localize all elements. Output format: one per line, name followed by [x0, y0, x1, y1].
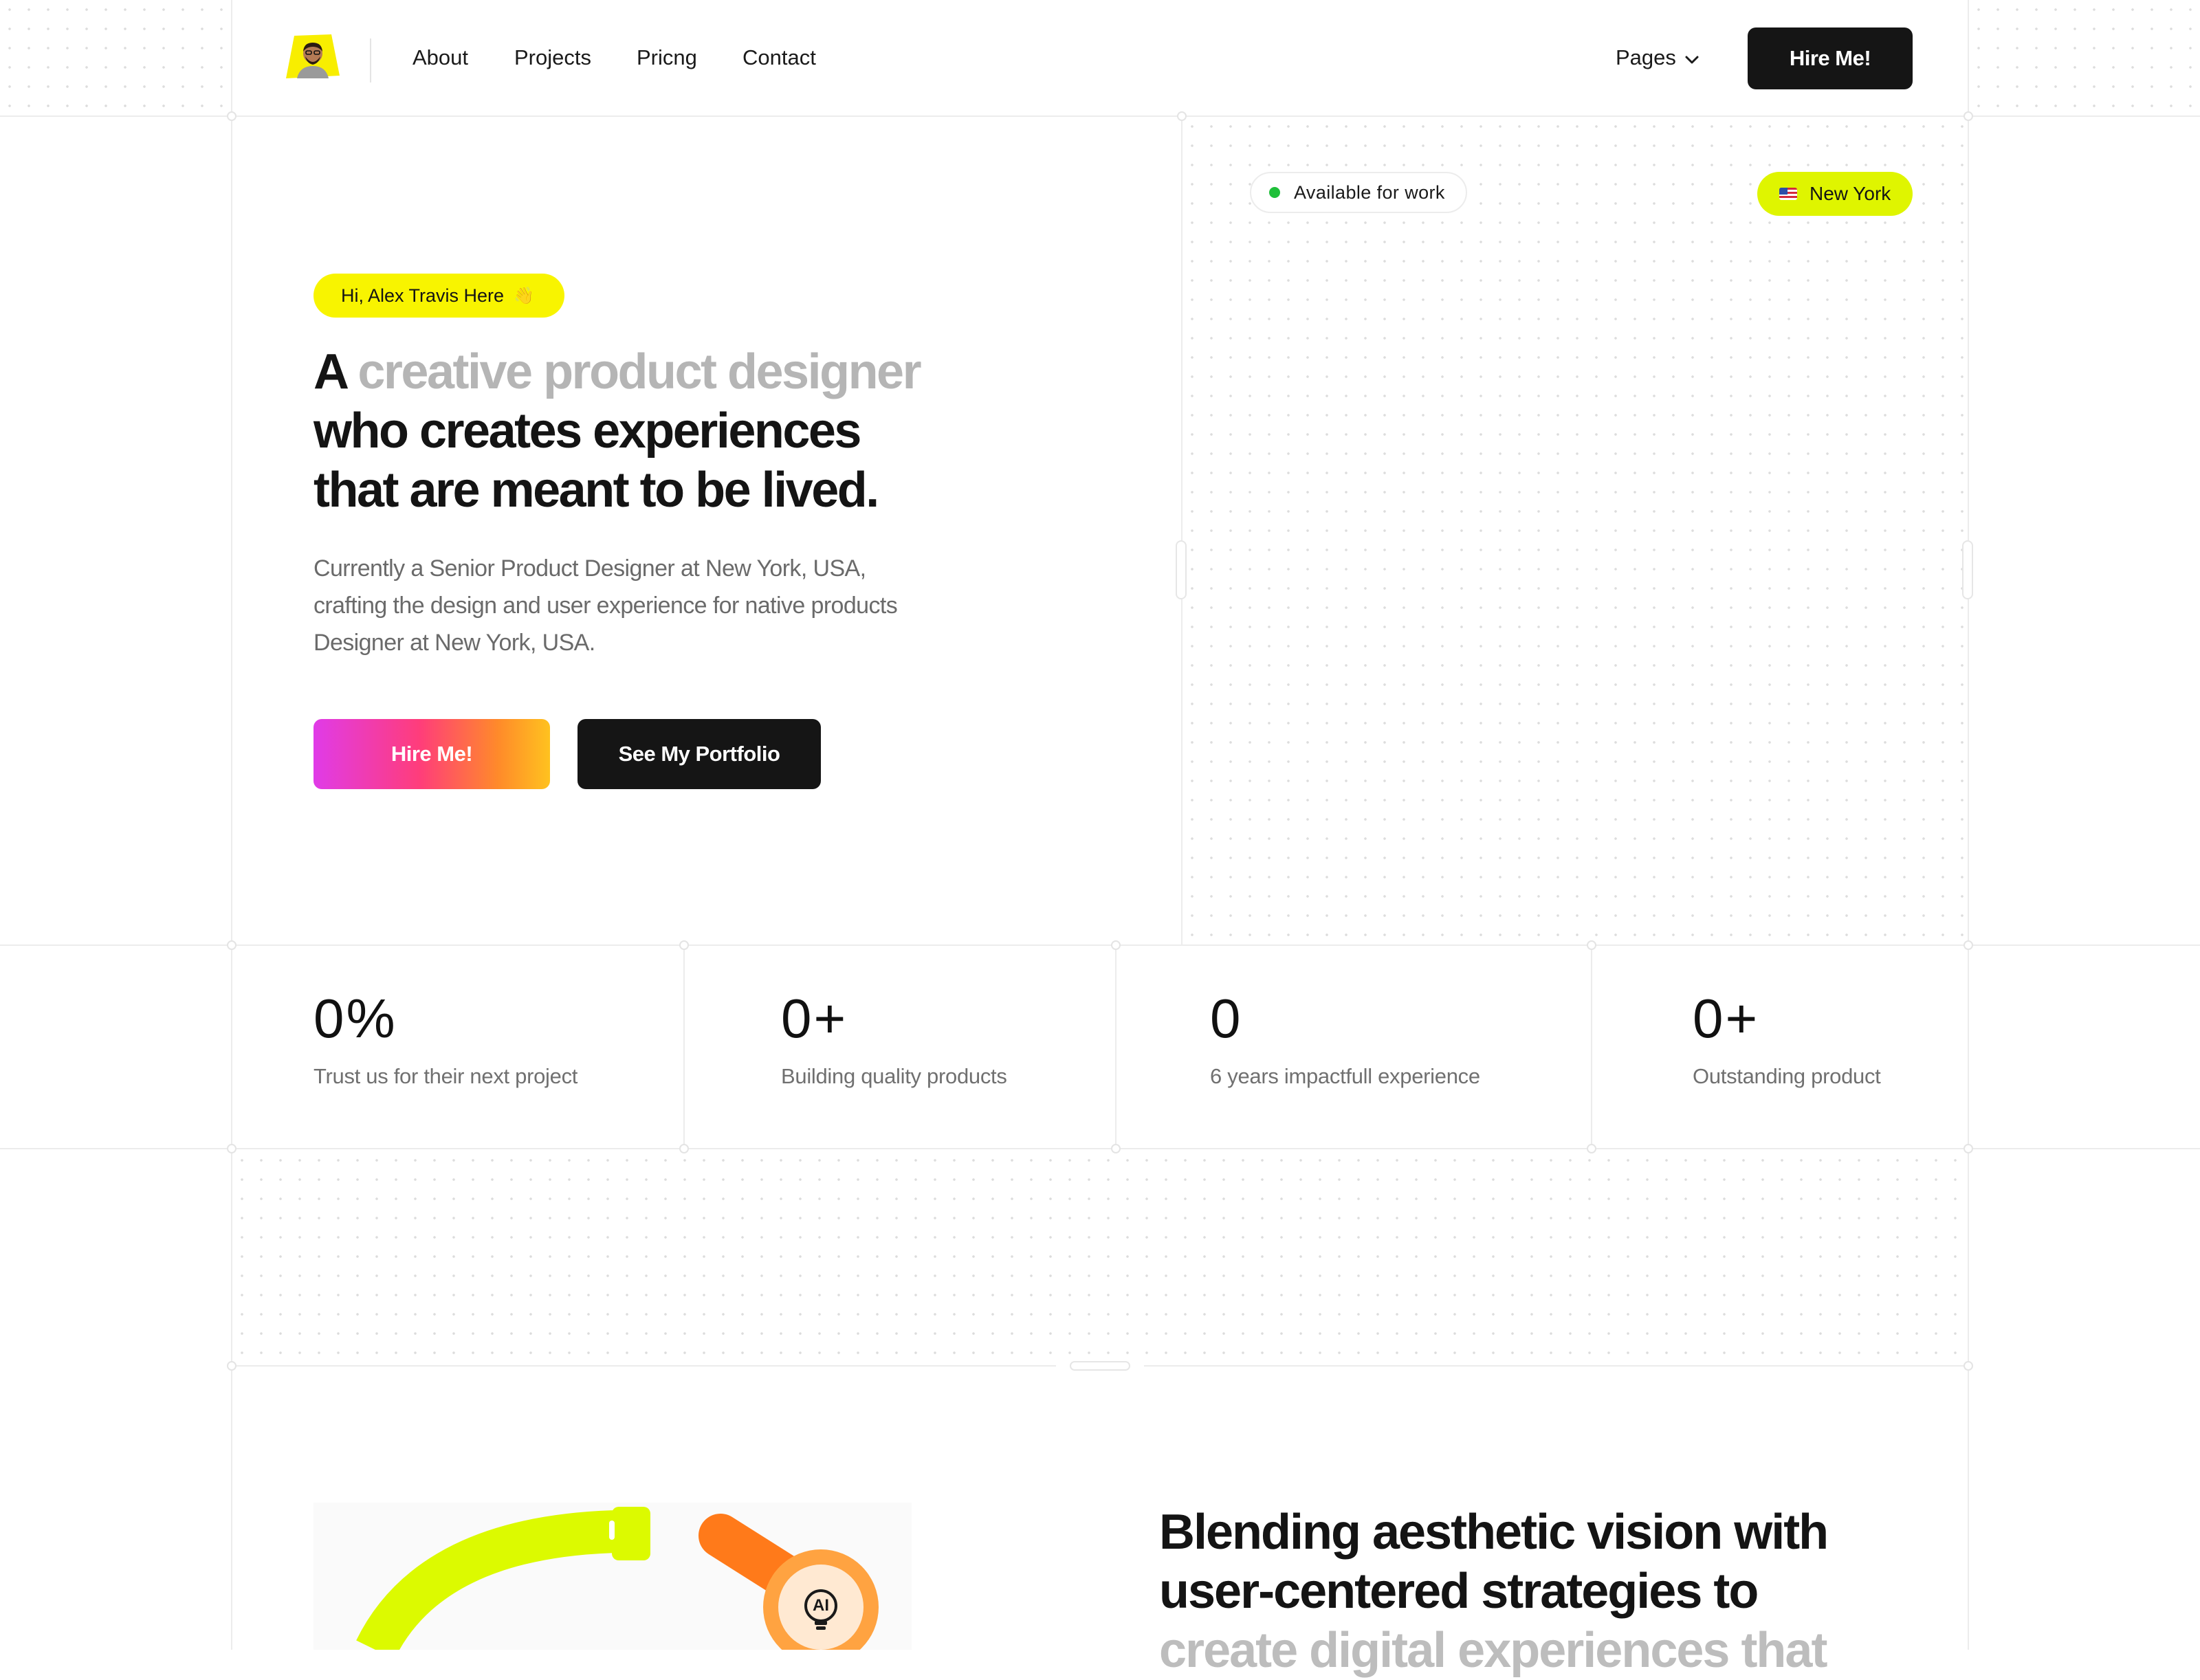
- wave-hand-icon: 👋: [514, 286, 534, 305]
- grid-line: [0, 944, 2200, 946]
- description-line: crafting the design and user experience …: [314, 593, 898, 619]
- us-flag-icon: [1779, 188, 1797, 200]
- grid-node: [679, 1144, 689, 1153]
- chevron-down-icon: [1684, 45, 1700, 70]
- location-badge: New York: [1757, 172, 1913, 216]
- grid-node: [1111, 940, 1121, 950]
- nav-projects[interactable]: Projects: [514, 45, 591, 70]
- grid-node: [227, 940, 236, 950]
- grid-node: [227, 1361, 236, 1371]
- greeting-text: Hi, Alex Travis Here: [341, 285, 505, 306]
- about-heading: Blending aesthetic vision with user-cent…: [1159, 1503, 1970, 1680]
- header-dots-left: [0, 0, 231, 115]
- hero-headline: A creative product designer who creates …: [314, 342, 974, 520]
- stat-value: 0: [1210, 988, 1243, 1049]
- resize-handle-left[interactable]: [1176, 540, 1187, 599]
- stat-label: 6 years impactfull experience: [1210, 1064, 1480, 1088]
- portfolio-button[interactable]: See My Portfolio: [578, 719, 821, 789]
- grid-line: [0, 1148, 2200, 1149]
- stat-item: 0% Trust us for their next project: [314, 987, 578, 1089]
- headline-line2: who creates experiences: [314, 404, 861, 458]
- stat-item: 0 6 years impactfull experience: [1210, 987, 1480, 1089]
- grid-node: [1964, 1144, 1973, 1153]
- grid-node: [1964, 940, 1973, 950]
- stat-item: 0+ Outstanding product: [1693, 987, 1881, 1089]
- logo-divider: [370, 38, 371, 82]
- stat-value: 0+: [781, 988, 848, 1049]
- section-divider-handle[interactable]: [1070, 1361, 1130, 1371]
- grid-node: [1964, 111, 1973, 121]
- section-divider-dots: [232, 1151, 1968, 1364]
- pages-label: Pages: [1616, 45, 1676, 69]
- stat-label: Trust us for their next project: [314, 1064, 578, 1088]
- location-text: New York: [1810, 183, 1891, 204]
- grid-line: [1115, 944, 1116, 1149]
- header-dots-right: [1969, 0, 2200, 115]
- grid-line: [231, 1365, 1056, 1367]
- stat-value: 0%: [314, 988, 397, 1049]
- grid-node: [679, 940, 689, 950]
- grid-line: [0, 115, 2200, 117]
- grid-node: [1587, 1144, 1596, 1153]
- description-line: Designer at New York, USA.: [314, 630, 595, 656]
- stat-label: Building quality products: [781, 1064, 1007, 1088]
- nav-pricing[interactable]: Pricng: [637, 45, 697, 70]
- grid-node: [1177, 111, 1187, 121]
- hero-description: Currently a Senior Product Designer at N…: [314, 550, 974, 661]
- headline-line3: that are meant to be lived.: [314, 463, 879, 518]
- resize-handle-right[interactable]: [1962, 540, 1973, 599]
- about-heading-line2: user-centered strategies to: [1159, 1564, 1759, 1619]
- grid-line: [1591, 944, 1592, 1149]
- nav-about[interactable]: About: [412, 45, 468, 70]
- grid-line: [1181, 115, 1182, 944]
- availability-badge: Available for work: [1250, 172, 1467, 213]
- grid-node: [227, 1144, 236, 1153]
- header-hire-button[interactable]: Hire Me!: [1748, 27, 1913, 89]
- about-heading-line3: create digital experiences that: [1159, 1623, 1827, 1678]
- ai-lightbulb-icon: AI: [796, 1584, 846, 1633]
- grid-line: [1144, 1365, 1969, 1367]
- hero-visual-area: [1182, 117, 1968, 942]
- grid-line: [231, 0, 232, 1650]
- grid-line: [1968, 0, 1969, 1650]
- about-illustration: AI: [314, 1503, 912, 1650]
- pages-dropdown[interactable]: Pages: [1616, 45, 1700, 70]
- about-heading-line1: Blending aesthetic vision with: [1159, 1505, 1829, 1560]
- grid-line: [683, 944, 685, 1149]
- grid-node: [1111, 1144, 1121, 1153]
- stat-item: 0+ Building quality products: [781, 987, 1007, 1089]
- ai-badge-text: AI: [813, 1596, 829, 1615]
- hero-hire-button[interactable]: Hire Me!: [314, 719, 550, 789]
- description-line: Currently a Senior Product Designer at N…: [314, 555, 866, 582]
- nav-contact[interactable]: Contact: [742, 45, 816, 70]
- stat-label: Outstanding product: [1693, 1064, 1881, 1088]
- stat-value: 0+: [1693, 988, 1760, 1049]
- grid-node: [1587, 940, 1596, 950]
- headline-lead: A: [314, 344, 347, 399]
- availability-text: Available for work: [1294, 181, 1445, 203]
- headline-highlight: creative product designer: [358, 344, 921, 399]
- grid-node: [1964, 1361, 1973, 1371]
- grid-node: [227, 111, 236, 121]
- status-dot-icon: [1269, 187, 1280, 198]
- avatar-logo[interactable]: [285, 33, 341, 81]
- greeting-badge: Hi, Alex Travis Here 👋: [314, 274, 564, 318]
